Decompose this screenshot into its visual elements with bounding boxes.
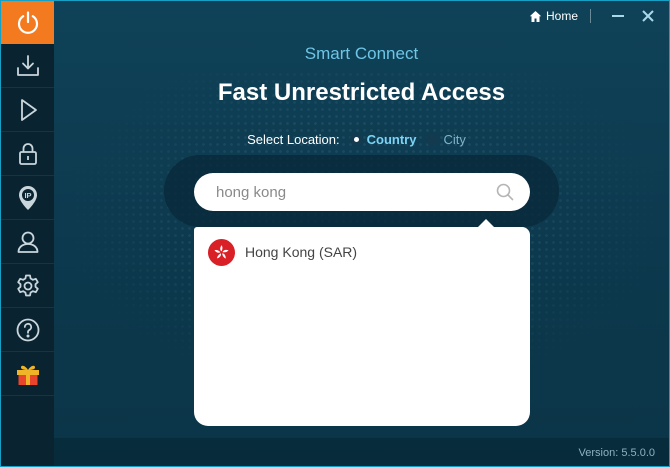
sidebar-item-help[interactable] xyxy=(1,309,54,352)
search-icon[interactable] xyxy=(496,183,514,201)
app-window: IP Home Smart Connect Fast Unrestricted … xyxy=(0,0,670,467)
version-label: Version: 5.5.0.0 xyxy=(578,447,655,459)
play-icon xyxy=(20,99,37,121)
lock-icon xyxy=(18,143,37,165)
radio-country-label: Country xyxy=(366,132,417,147)
download-icon xyxy=(16,55,39,76)
sidebar-item-privacy[interactable] xyxy=(1,133,54,176)
search-results-dropdown: Hong Kong (SAR) xyxy=(194,227,530,426)
sidebar-item-account[interactable] xyxy=(1,221,54,264)
radio-city[interactable]: City xyxy=(426,132,466,147)
page-title: Fast Unrestricted Access xyxy=(217,79,506,106)
user-icon xyxy=(17,231,38,253)
minimize-icon xyxy=(612,15,624,17)
hong-kong-flag-icon xyxy=(208,238,235,266)
sidebar-item-settings[interactable] xyxy=(1,265,54,308)
radio-country[interactable]: Country xyxy=(349,132,417,147)
location-selector: Select Location: Country City xyxy=(54,132,669,147)
radio-city-label: City xyxy=(443,132,466,147)
sidebar-item-streaming[interactable] xyxy=(1,89,54,132)
sidebar-item-power[interactable] xyxy=(1,1,54,44)
result-label: Hong Kong (SAR) xyxy=(245,244,358,260)
sidebar: IP xyxy=(1,1,54,466)
search-box xyxy=(194,173,530,211)
minimize-button[interactable] xyxy=(605,6,631,26)
home-label: Home xyxy=(545,9,578,23)
home-button[interactable]: Home xyxy=(529,9,578,23)
footer-bar xyxy=(54,438,669,466)
gift-icon xyxy=(16,365,39,385)
sidebar-item-gift[interactable] xyxy=(1,353,54,396)
ip-pin-icon: IP xyxy=(18,186,37,210)
power-icon xyxy=(17,10,38,34)
close-button[interactable] xyxy=(635,6,661,26)
title-bar: Home xyxy=(529,1,669,31)
svg-text:IP: IP xyxy=(24,191,31,200)
sidebar-item-ip[interactable]: IP xyxy=(1,177,54,220)
home-icon xyxy=(529,10,542,22)
location-label: Select Location: xyxy=(247,132,340,147)
help-icon xyxy=(16,318,39,342)
radio-dot xyxy=(426,133,440,146)
title-bar-divider xyxy=(590,9,591,23)
mode-subtitle: Smart Connect xyxy=(304,44,419,63)
list-item[interactable]: Hong Kong (SAR) xyxy=(194,237,530,267)
sidebar-item-downloads[interactable] xyxy=(1,45,54,88)
search-input[interactable] xyxy=(216,183,476,201)
radio-dot xyxy=(349,133,363,146)
main-panel: Home Smart Connect Fast Unrestricted Acc… xyxy=(54,1,669,466)
gear-icon xyxy=(16,274,39,297)
close-icon xyxy=(642,10,654,22)
